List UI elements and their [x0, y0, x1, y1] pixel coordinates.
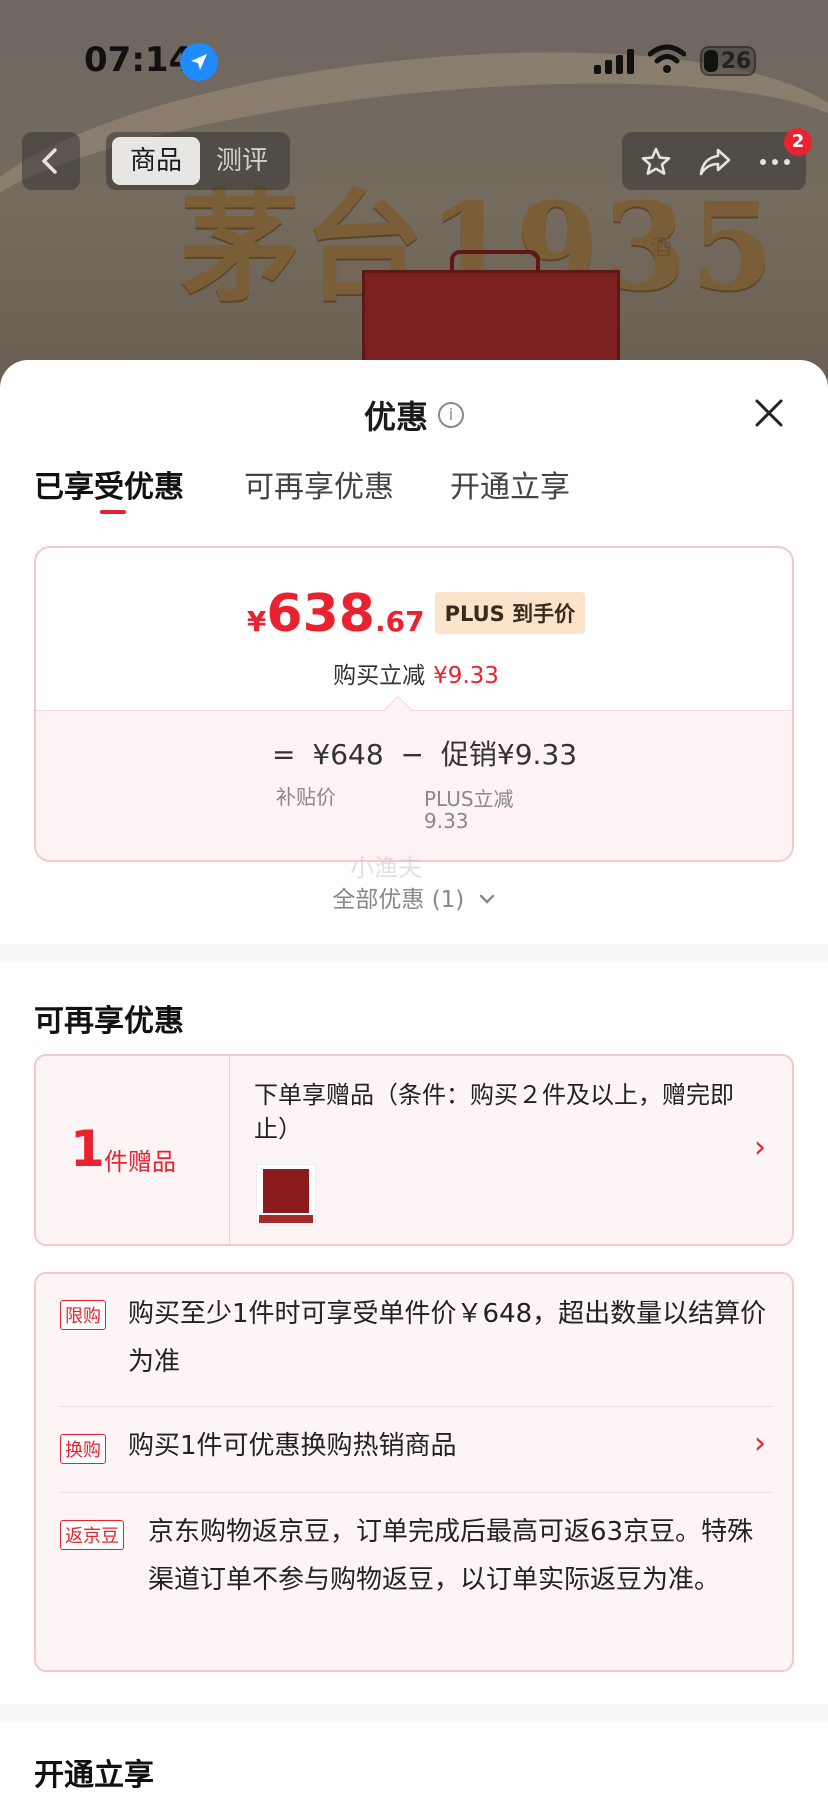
base-price-label: 补贴价: [276, 785, 336, 809]
notification-badge: 2: [784, 128, 812, 156]
price-currency: ¥: [246, 605, 267, 638]
share-icon[interactable]: [698, 146, 732, 178]
more-discounts-title: 可再享优惠: [34, 1004, 184, 1039]
tab-more-discounts[interactable]: 可再享优惠: [244, 462, 394, 506]
sheet-title-row: 优惠 i: [0, 392, 828, 438]
battery-icon: 26: [700, 46, 756, 76]
tab-activate-discounts[interactable]: 开通立享: [450, 462, 570, 506]
formula-minus: −: [400, 738, 425, 771]
plus-reduce-value: 9.33: [424, 809, 469, 833]
price-top: ¥638.67 PLUS 到手价 购买立减 ¥9.33: [36, 548, 792, 710]
benefit-tag-limit: 限购: [60, 1300, 106, 1330]
reduce-line: 购买立减 ¥9.33: [36, 656, 792, 690]
plus-price-tag: PLUS 到手价: [434, 592, 586, 634]
cellular-signal-icon: [594, 48, 636, 74]
product-review-segment: 商品 测评: [106, 132, 290, 190]
gift-thumbnail-caption: [259, 1215, 313, 1223]
benefit-tag-jingdou: 返京豆: [60, 1520, 124, 1550]
gift-description: 下单享赠品（条件：购买２件及以上，赠完即止）: [254, 1081, 734, 1143]
back-button[interactable]: [22, 132, 80, 190]
price-summary-card: ¥638.67 PLUS 到手价 购买立减 ¥9.33 = ¥648 − 促销¥9.…: [34, 546, 794, 862]
section-divider: [0, 944, 828, 962]
benefits-card: 限购 购买至少1件时可享受单件价￥648，超出数量以结算价为准 换购 购买1件可…: [34, 1272, 794, 1672]
chevron-left-icon: [42, 148, 57, 174]
all-discounts-toggle[interactable]: 全部优惠 (1): [0, 880, 828, 914]
price-formula: = ¥648 − 促销¥9.33: [272, 733, 585, 773]
product-brand-sub: 酒: [650, 236, 673, 261]
gift-thumbnail[interactable]: [256, 1164, 316, 1226]
benefit-separator: [60, 1492, 772, 1493]
price-integer: 638: [266, 584, 375, 644]
location-arrow-icon: [180, 43, 218, 81]
tab-enjoyed-discounts[interactable]: 已享受优惠: [34, 462, 184, 506]
benefit-text-jingdou: 京东购物返京豆，订单完成后最高可返63京豆。特殊渠道订单不参与购物返豆，以订单实…: [148, 1517, 754, 1595]
chevron-right-icon: ›: [754, 1426, 766, 1461]
watermark-text: 小渔夫: [350, 854, 422, 882]
activate-discounts-title: 开通立享: [34, 1758, 154, 1793]
chevron-right-icon: ›: [754, 1130, 766, 1165]
info-icon[interactable]: i: [438, 402, 464, 428]
tab-product[interactable]: 商品: [112, 137, 200, 185]
formula-equals: =: [272, 738, 296, 771]
final-price-row: ¥638.67 PLUS 到手价: [36, 584, 792, 644]
gift-count: 1: [70, 1120, 105, 1178]
sheet-title: 优惠: [363, 398, 428, 436]
price-breakdown: = ¥648 − 促销¥9.33 补贴价 PLUS立减 9.33: [36, 710, 792, 860]
wifi-icon: [647, 44, 687, 78]
benefit-text-exchange: 购买1件可优惠换购热销商品: [128, 1431, 457, 1461]
discount-sheet: 优惠 i 已享受优惠 可再享优惠 开通立享 ¥638.67 PLUS 到手价 购买立…: [0, 360, 828, 1796]
gift-unit: 件赠品: [104, 1148, 176, 1176]
tab-review[interactable]: 测评: [198, 137, 286, 185]
reduce-label: 购买立减: [333, 663, 426, 689]
battery-percentage: 26: [720, 49, 752, 74]
formula-promo: 促销¥9.33: [440, 738, 578, 771]
formula-base-price: ¥648: [312, 738, 384, 771]
close-icon[interactable]: [752, 396, 786, 430]
plus-reduce-label: PLUS立减: [424, 787, 514, 811]
all-discounts-label: 全部优惠 (1): [332, 887, 465, 913]
gift-thumbnail-box: [263, 1169, 309, 1213]
gift-offer-card[interactable]: 1 件赠品 下单享赠品（条件：购买２件及以上，赠完即止） ›: [34, 1054, 794, 1246]
active-tab-indicator: [100, 510, 126, 514]
gift-count-panel: 1 件赠品: [36, 1056, 230, 1244]
benefit-text-limit: 购买至少1件时可享受单件价￥648，超出数量以结算价为准: [128, 1299, 767, 1377]
star-favorite-icon[interactable]: [640, 146, 672, 178]
section-divider: [0, 1704, 828, 1722]
price-decimal: .67: [374, 605, 425, 638]
benefit-separator: [60, 1406, 772, 1407]
chevron-down-icon: [479, 894, 494, 904]
reduce-value: ¥9.33: [433, 663, 499, 689]
benefit-tag-exchange: 换购: [60, 1434, 106, 1464]
top-action-group: [622, 132, 806, 190]
status-time: 07:14: [84, 40, 193, 80]
